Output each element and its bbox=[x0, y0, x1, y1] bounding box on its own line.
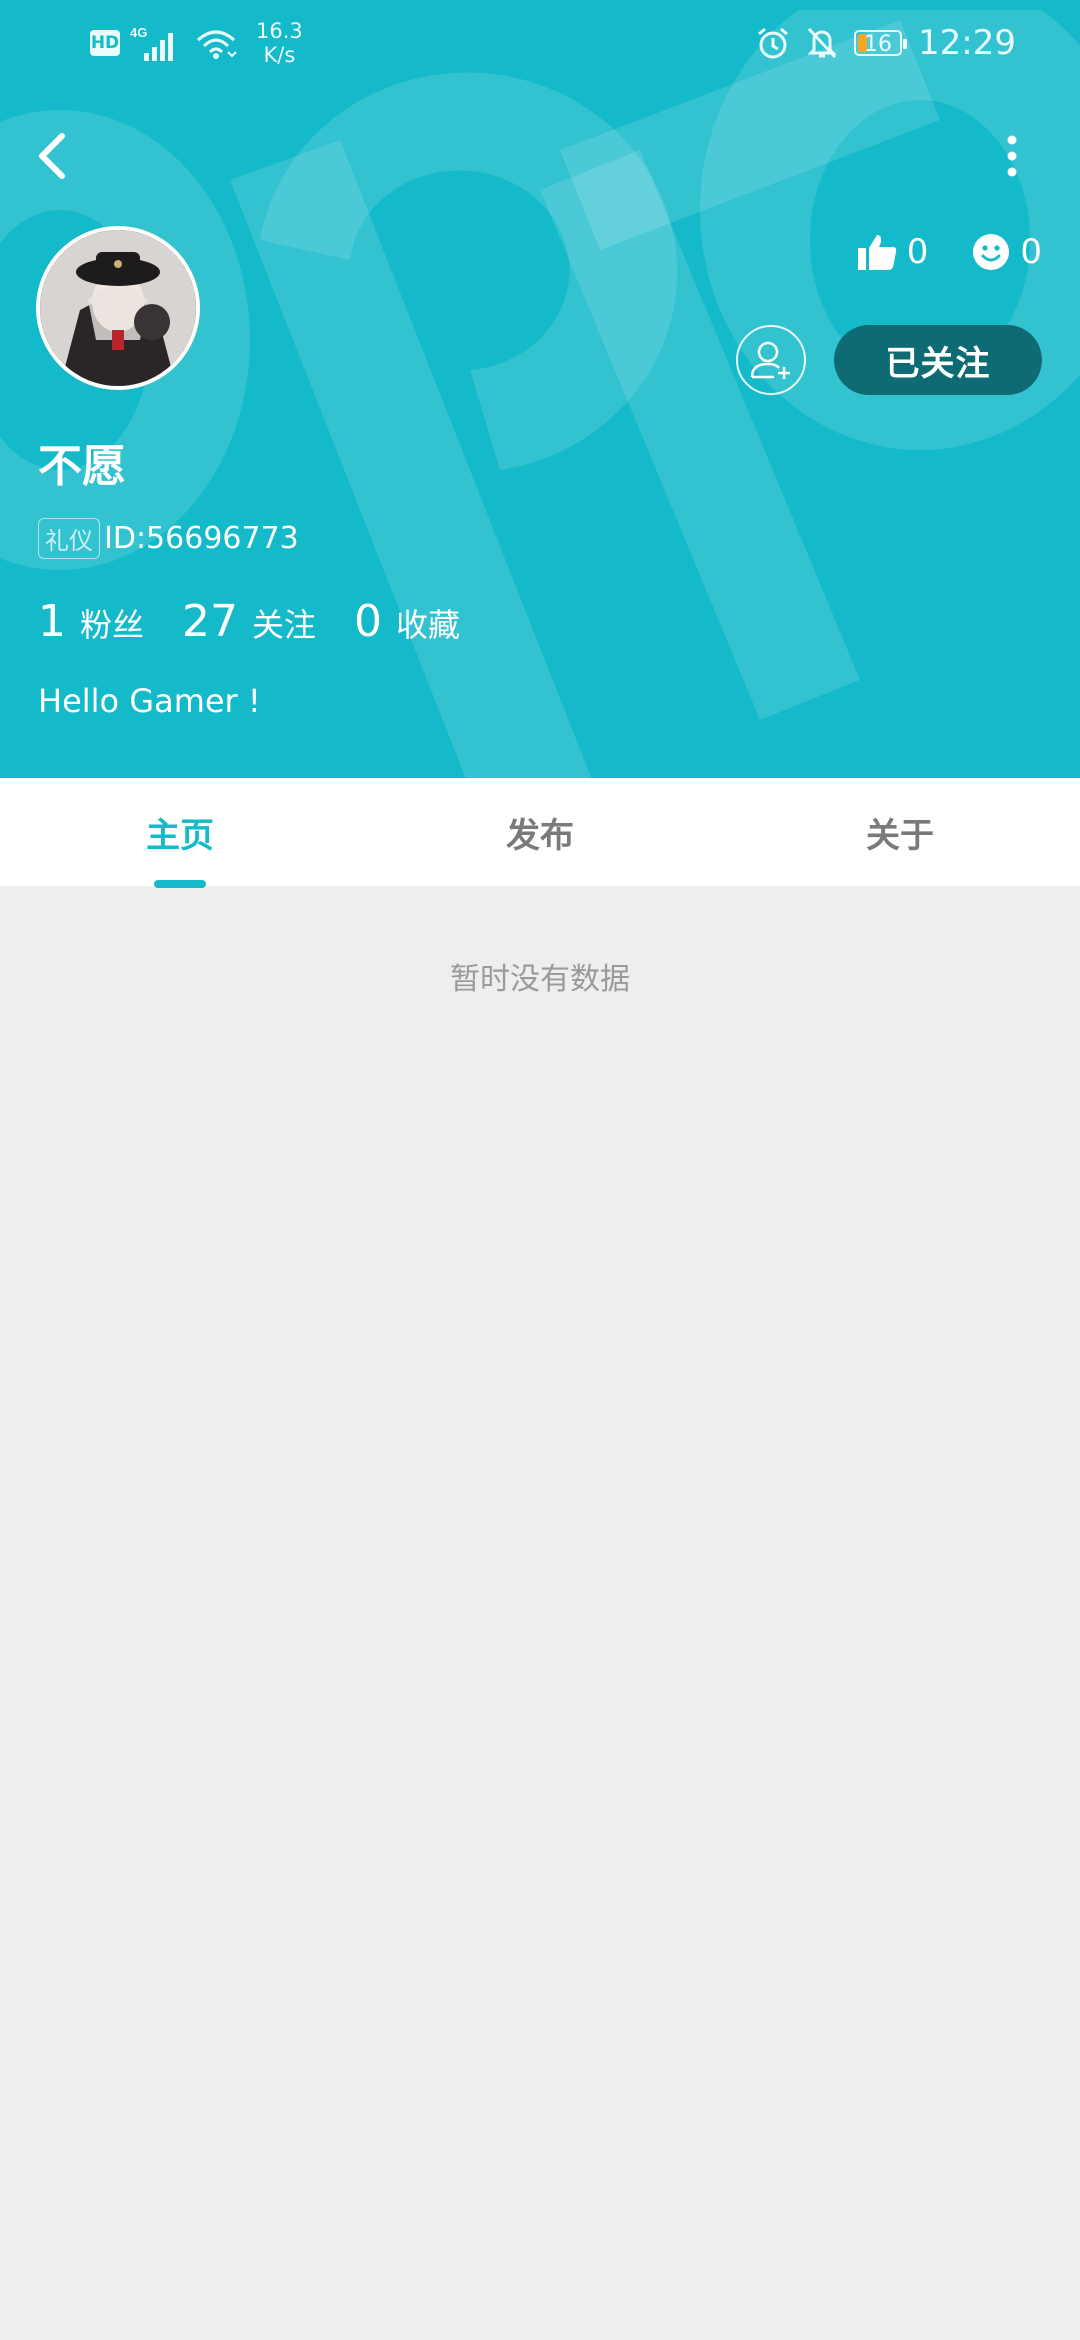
emoji-counter[interactable]: 0 bbox=[972, 232, 1042, 272]
more-vertical-icon bbox=[1007, 135, 1017, 177]
tab-posts[interactable]: 发布 bbox=[360, 778, 720, 886]
chevron-left-icon bbox=[39, 133, 65, 179]
add-friend-button[interactable] bbox=[736, 325, 806, 395]
following-label[interactable]: 关注 bbox=[252, 600, 316, 646]
username: 不愿 bbox=[38, 441, 126, 492]
smiley-face-icon bbox=[973, 234, 1010, 270]
following-button[interactable]: 已关注 bbox=[834, 325, 1042, 395]
thumbs-up-icon bbox=[857, 235, 896, 270]
fans-count[interactable]: 1 bbox=[38, 596, 66, 647]
clock: 12:29 bbox=[918, 23, 1016, 63]
avatar-image bbox=[40, 230, 196, 386]
battery-icon: 16 bbox=[854, 30, 908, 57]
add-user-icon bbox=[750, 341, 790, 379]
emoji-count: 0 bbox=[1020, 232, 1042, 272]
empty-state-message: 暂时没有数据 bbox=[450, 962, 630, 997]
profile-header: HD 4G 16.3 K/s 16 12:29 0 0 已关注 不愿 礼仪 ID… bbox=[0, 0, 1080, 778]
user-id: ID:56696773 bbox=[104, 521, 299, 556]
more-options-button[interactable] bbox=[990, 128, 1034, 184]
network-speed: 16.3 K/s bbox=[256, 19, 303, 67]
hd-badge: HD bbox=[90, 30, 120, 56]
stats-row: 1 粉丝 27 关注 0 收藏 bbox=[38, 596, 498, 647]
profile-tabs: 主页 发布 关于 bbox=[0, 778, 1080, 886]
favorites-count[interactable]: 0 bbox=[354, 596, 382, 647]
likes-count: 0 bbox=[906, 232, 929, 272]
back-button[interactable] bbox=[30, 128, 80, 184]
tab-about[interactable]: 关于 bbox=[720, 778, 1080, 886]
user-bio: Hello Gamer ! bbox=[38, 682, 261, 720]
battery-level: 16 bbox=[864, 32, 893, 57]
signal-icon: 4G bbox=[130, 25, 173, 61]
tab-home[interactable]: 主页 bbox=[0, 778, 360, 886]
profile-counters: 0 0 bbox=[857, 232, 1042, 272]
user-id-row: 礼仪 ID:56696773 bbox=[38, 518, 299, 559]
wifi-icon bbox=[197, 30, 237, 59]
mute-bell-icon bbox=[807, 27, 837, 59]
user-tag-badge[interactable]: 礼仪 bbox=[38, 518, 100, 559]
fans-label[interactable]: 粉丝 bbox=[80, 600, 144, 646]
likes-counter[interactable]: 0 bbox=[857, 232, 929, 272]
active-tab-indicator bbox=[154, 880, 206, 888]
alarm-icon bbox=[758, 27, 788, 59]
net-speed-value: 16.3 bbox=[256, 19, 303, 43]
avatar[interactable] bbox=[36, 226, 200, 390]
favorites-label[interactable]: 收藏 bbox=[396, 600, 460, 646]
status-bar: HD 4G 16.3 K/s 16 12:29 bbox=[0, 0, 1080, 84]
following-count[interactable]: 27 bbox=[182, 596, 238, 647]
svg-text:4G: 4G bbox=[130, 25, 147, 40]
net-speed-unit: K/s bbox=[263, 43, 296, 67]
